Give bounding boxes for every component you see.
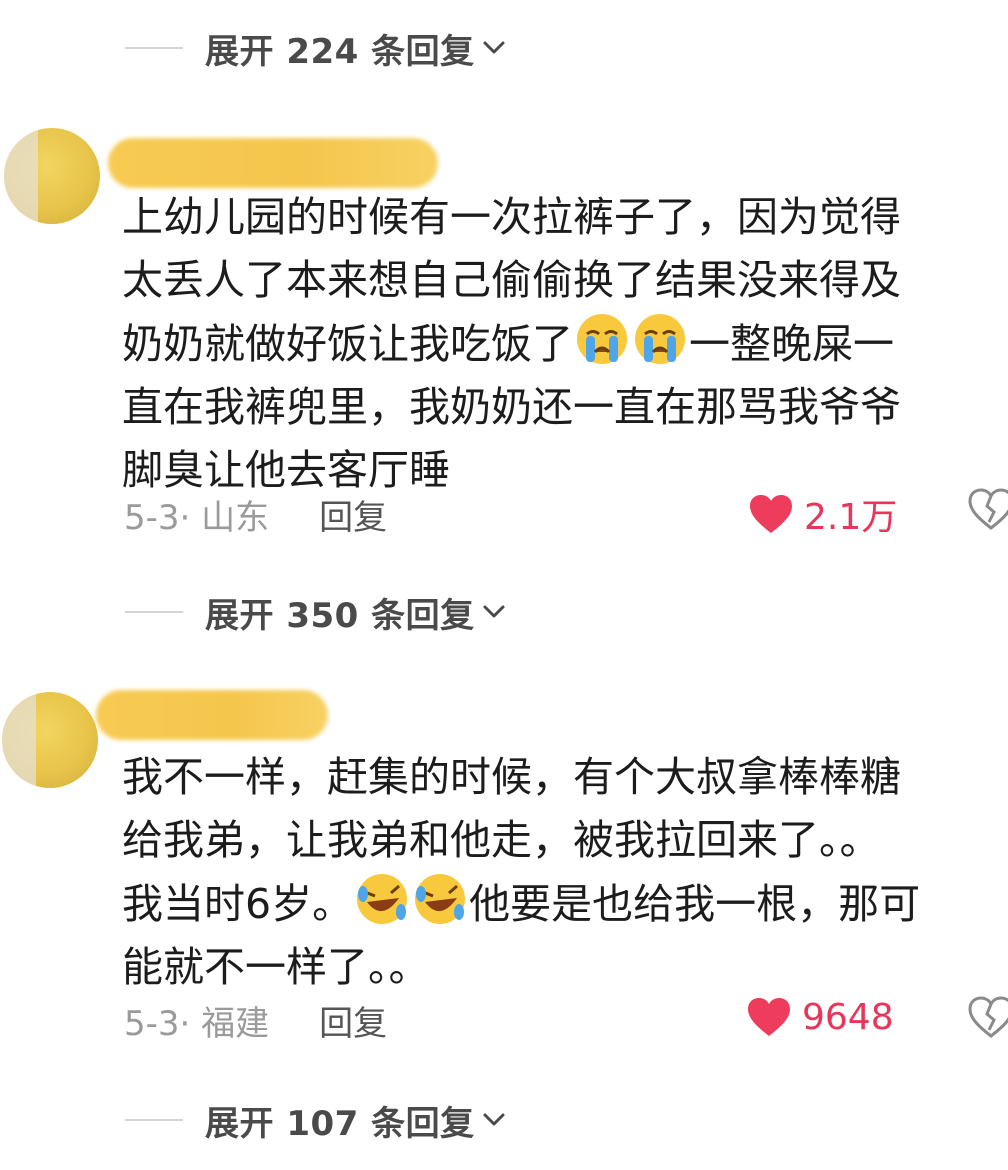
chevron-down-icon <box>483 605 505 618</box>
comment-text: 上幼儿园的时候有一次拉裤子了，因为觉得 太丢人了本来想自己偷偷换了结果没来得及 … <box>122 186 992 502</box>
like-count: 2.1万 <box>804 497 898 538</box>
divider-line <box>125 1119 183 1121</box>
like-button[interactable]: 2.1万 <box>748 488 897 540</box>
username-redacted <box>96 690 328 740</box>
expand-replies-label: 展开 350 条回复 <box>205 595 475 636</box>
divider-line <box>125 47 183 49</box>
rolling-on-floor-laughing-icon <box>357 874 408 924</box>
like-button[interactable]: 9648 <box>746 996 894 1038</box>
comment-line: 太丢人了本来想自己偷偷换了结果没来得及 <box>122 256 901 304</box>
comment-text: 我不一样，赶集的时候，有个大叔拿棒棒糖 给我弟，让我弟和他走，被我拉回来了。。 … <box>122 746 992 999</box>
heart-icon <box>748 998 790 1036</box>
heart-icon <box>750 495 792 533</box>
comment-line: 我当时6岁。 他要是也给我一根，那可 <box>122 872 992 936</box>
avatar[interactable] <box>4 128 100 224</box>
broken-heart-icon[interactable] <box>968 488 1008 530</box>
avatar[interactable] <box>2 692 98 788</box>
like-count: 9648 <box>802 996 894 1038</box>
broken-heart-icon[interactable] <box>968 996 1008 1038</box>
comment-line: 奶奶就做好饭让我吃饭了 一整晚屎一 <box>122 312 992 376</box>
expand-replies-350[interactable]: 展开 350 条回复 <box>125 590 509 636</box>
loudly-crying-face-icon <box>635 314 685 364</box>
reply-button[interactable]: 回复 <box>319 996 387 1045</box>
comment-line: 直在我裤兜里，我奶奶还一直在那骂我爷爷 <box>122 383 901 431</box>
chevron-down-icon <box>483 1113 505 1126</box>
date-region: 5-3· 山东 <box>124 498 270 538</box>
comment-meta: 5-3· 山东 回复 <box>124 490 387 539</box>
comment-line: 能就不一样了。。 <box>122 943 430 991</box>
date-region: 5-3· 福建 <box>124 1004 270 1044</box>
username-redacted <box>108 138 438 188</box>
expand-replies-224[interactable]: 展开 224 条回复 <box>125 26 509 72</box>
comment-line: 我不一样，赶集的时候，有个大叔拿棒棒糖 <box>122 753 901 801</box>
rolling-on-floor-laughing-icon <box>415 874 466 924</box>
expand-replies-label: 展开 107 条回复 <box>205 1103 475 1144</box>
reply-button[interactable]: 回复 <box>319 490 387 539</box>
divider-line <box>125 611 183 613</box>
comment-line: 上幼儿园的时候有一次拉裤子了，因为觉得 <box>122 193 901 241</box>
comment-line: 给我弟，让我弟和他走，被我拉回来了。。 <box>122 816 881 864</box>
chevron-down-icon <box>483 41 505 54</box>
loudly-crying-face-icon <box>577 314 627 364</box>
expand-replies-107[interactable]: 展开 107 条回复 <box>125 1098 509 1144</box>
comment-meta: 5-3· 福建 回复 <box>124 996 387 1045</box>
expand-replies-label: 展开 224 条回复 <box>205 31 475 72</box>
